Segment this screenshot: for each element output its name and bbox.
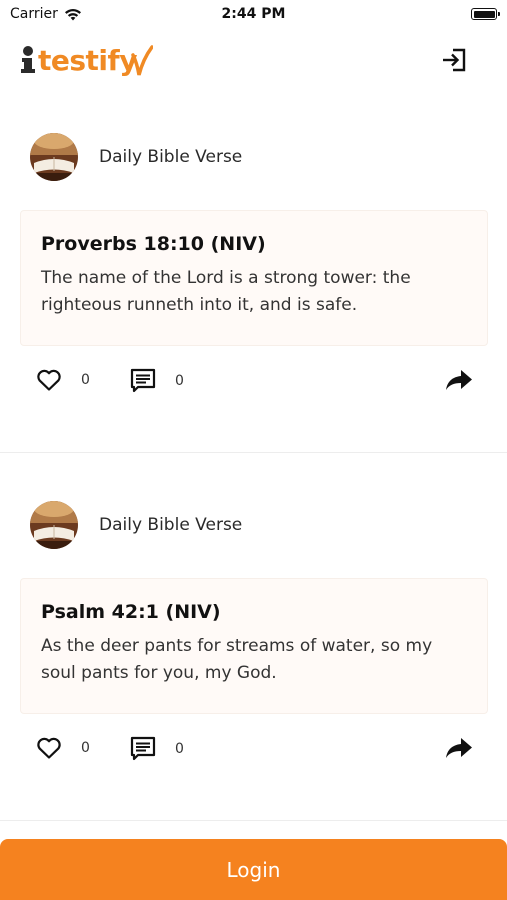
logout-icon	[443, 48, 466, 72]
share-icon	[446, 370, 472, 390]
post-header: Daily Bible Verse	[30, 500, 242, 550]
status-bar: Carrier 2:44 PM	[0, 0, 507, 28]
share-button[interactable]	[445, 736, 473, 760]
comment-button[interactable]: 0	[130, 368, 184, 394]
verse-card[interactable]: Proverbs 18:10 (NIV) The name of the Lor…	[20, 210, 488, 346]
heart-icon	[37, 737, 61, 759]
share-button[interactable]	[445, 368, 473, 392]
share-icon	[446, 738, 472, 758]
comment-count: 0	[175, 373, 184, 389]
comment-button[interactable]: 0	[130, 736, 184, 762]
verse-text: The name of the Lord is a strong tower: …	[41, 268, 411, 315]
app-header: testify	[0, 36, 507, 84]
comment-icon	[130, 736, 156, 761]
like-button[interactable]: 0	[36, 736, 90, 760]
like-count: 0	[81, 740, 90, 756]
logo-text: testify	[38, 43, 137, 77]
post-divider	[0, 452, 507, 453]
heart-icon	[37, 369, 61, 391]
comment-icon	[130, 368, 156, 393]
like-button[interactable]: 0	[36, 368, 90, 392]
post-author[interactable]: Daily Bible Verse	[99, 147, 242, 167]
avatar[interactable]	[30, 133, 78, 181]
battery-icon	[471, 8, 500, 20]
logo-check-icon	[131, 45, 153, 76]
logo-mark-icon	[20, 45, 36, 75]
logout-button[interactable]	[439, 46, 469, 74]
like-count: 0	[81, 372, 90, 388]
app-logo: testify	[20, 40, 153, 80]
login-button[interactable]: Login	[0, 839, 507, 900]
post-divider	[0, 820, 507, 821]
verse-text: As the deer pants for streams of water, …	[41, 636, 433, 683]
post-actions: 0 0	[0, 736, 507, 768]
post-author[interactable]: Daily Bible Verse	[99, 515, 242, 535]
avatar[interactable]	[30, 501, 78, 549]
post-header: Daily Bible Verse	[30, 132, 242, 182]
post-actions: 0 0	[0, 368, 507, 400]
status-time: 2:44 PM	[221, 6, 286, 22]
verse-reference: Psalm 42:1 (NIV)	[41, 601, 221, 623]
verse-card[interactable]: Psalm 42:1 (NIV) As the deer pants for s…	[20, 578, 488, 714]
comment-count: 0	[175, 741, 184, 757]
verse-reference: Proverbs 18:10 (NIV)	[41, 233, 266, 255]
